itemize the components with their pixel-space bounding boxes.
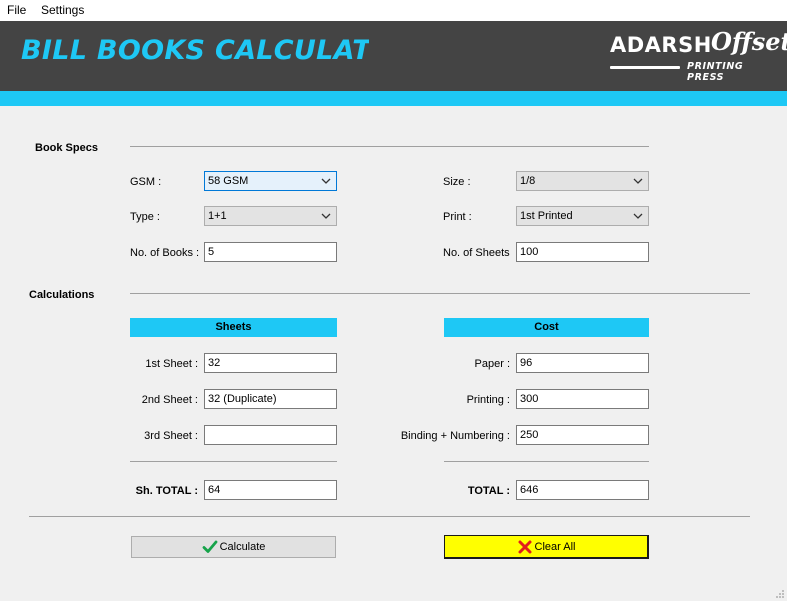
sheets-input[interactable]: 100 (516, 242, 649, 262)
size-label: Size : (443, 176, 471, 188)
clear-all-button-label: Clear All (534, 540, 576, 553)
second-sheet-label: 2nd Sheet : (141, 394, 198, 406)
total-label: TOTAL : (467, 485, 510, 497)
binding-cost-label: Binding + Numbering : (400, 430, 510, 442)
company-logo: ADARSH Offset PRINTING PRESS (607, 27, 787, 83)
divider-cost-total (444, 461, 649, 462)
section-calculations: Calculations (29, 289, 95, 301)
divider-specs (130, 146, 649, 147)
sheets-label: No. of Sheets (443, 247, 510, 259)
calculate-button-label: Calculate (219, 541, 266, 553)
app-title: BILL BOOKS CALCULATOR (21, 35, 369, 66)
gsm-select[interactable]: 58 GSM (204, 171, 337, 191)
logo-script: Offset (711, 27, 787, 56)
binding-cost-input[interactable]: 250 (516, 425, 649, 445)
sheet-total-label: Sh. TOTAL : (135, 485, 198, 497)
menu-bar: File Settings (0, 0, 787, 21)
divider-sheets-total (130, 461, 337, 462)
type-label: Type : (130, 211, 160, 223)
check-icon (202, 540, 217, 553)
size-select-value: 1/8 (520, 175, 536, 187)
type-select-value: 1+1 (208, 210, 227, 222)
resize-grip-icon[interactable] (775, 589, 785, 599)
clear-all-button[interactable]: Clear All (444, 535, 649, 559)
sheet-total-input[interactable]: 64 (204, 480, 337, 500)
third-sheet-input[interactable] (204, 425, 337, 445)
print-select-value: 1st Printed (520, 210, 573, 222)
type-select[interactable]: 1+1 (204, 206, 337, 226)
accent-strip (0, 91, 787, 106)
chevron-down-icon (321, 213, 331, 219)
calculate-button[interactable]: Calculate (131, 536, 336, 558)
first-sheet-input[interactable]: 32 (204, 353, 337, 373)
books-label: No. of Books : (130, 247, 200, 259)
divider-calculations (130, 293, 750, 294)
print-label: Print : (443, 211, 472, 223)
printing-cost-label: Printing : (466, 394, 510, 406)
first-sheet-label: 1st Sheet : (145, 358, 198, 370)
divider-bottom (29, 516, 750, 517)
menu-settings[interactable]: Settings (41, 3, 84, 17)
menu-file[interactable]: File (7, 3, 26, 17)
logo-word: ADARSH (610, 33, 712, 57)
cost-header: Cost (444, 318, 649, 337)
section-book-specs: Book Specs (35, 142, 98, 154)
third-sheet-label: 3rd Sheet : (144, 430, 198, 442)
second-sheet-input[interactable]: 32 (Duplicate) (204, 389, 337, 409)
print-select[interactable]: 1st Printed (516, 206, 649, 226)
total-input[interactable]: 646 (516, 480, 649, 500)
paper-cost-label: Paper : (474, 358, 510, 370)
logo-underline (610, 66, 680, 69)
sheets-header: Sheets (130, 318, 337, 337)
books-input[interactable]: 5 (204, 242, 337, 262)
printing-cost-input[interactable]: 300 (516, 389, 649, 409)
cross-icon (518, 540, 532, 553)
header-banner: BILL BOOKS CALCULATOR ADARSH Offset PRIN… (0, 21, 787, 91)
chevron-down-icon (633, 213, 643, 219)
gsm-select-value: 58 GSM (208, 175, 249, 187)
size-select[interactable]: 1/8 (516, 171, 649, 191)
chevron-down-icon (633, 178, 643, 184)
logo-subtitle: PRINTING PRESS (687, 61, 744, 83)
chevron-down-icon (321, 178, 331, 184)
paper-cost-input[interactable]: 96 (516, 353, 649, 373)
gsm-label: GSM : (130, 176, 162, 188)
